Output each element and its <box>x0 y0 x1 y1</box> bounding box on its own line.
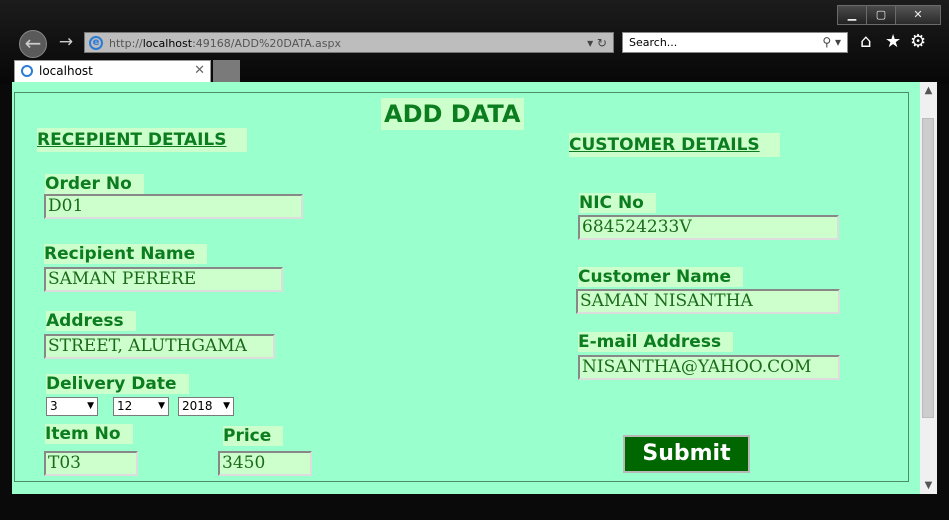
window-controls: ▁ ▢ ✕ <box>837 5 941 25</box>
browser-tab[interactable]: localhost ✕ <box>14 60 211 82</box>
customer-name-label: Customer Name <box>578 267 743 287</box>
scroll-down-arrow-icon[interactable]: ▼ <box>920 477 937 494</box>
home-icon[interactable]: ⌂ <box>860 30 871 54</box>
chevron-down-icon: ▼ <box>158 401 165 411</box>
close-window-button[interactable]: ✕ <box>895 5 941 25</box>
chevron-down-icon: ▼ <box>223 401 230 411</box>
item-no-label: Item No <box>45 424 133 444</box>
tab-ie-icon <box>21 65 33 77</box>
minimize-button[interactable]: ▁ <box>837 5 867 25</box>
customer-section-heading: CUSTOMER DETAILS <box>569 133 780 157</box>
delivery-year-select[interactable]: 2018 ▼ <box>178 397 234 416</box>
settings-gear-icon[interactable]: ⚙ <box>910 30 926 54</box>
recipient-name-label: Recipient Name <box>44 244 208 264</box>
scroll-up-arrow-icon[interactable]: ▲ <box>920 82 937 99</box>
recipient-section-heading: RECEPIENT DETAILS <box>37 128 247 152</box>
delivery-date-label: Delivery Date <box>46 374 189 394</box>
scrollbar-thumb[interactable] <box>922 118 934 418</box>
order-no-label: Order No <box>45 174 144 194</box>
address-bar[interactable]: e http://localhost:49168/ADD%20DATA.aspx… <box>84 32 614 53</box>
page-title: ADD DATA <box>381 98 524 130</box>
address-field[interactable]: STREET, ALUTHGAMA <box>44 334 275 359</box>
ie-icon: e <box>89 36 103 50</box>
page-viewport: ADD DATA RECEPIENT DETAILS CUSTOMER DETA… <box>12 82 937 494</box>
search-icon[interactable]: ⚲ ▾ <box>822 33 841 52</box>
browser-chrome: ▁ ▢ ✕ ← → e http://localhost:49168/ADD%2… <box>0 0 949 84</box>
vertical-scrollbar[interactable]: ▲ ▼ <box>920 82 937 494</box>
forward-arrow-icon[interactable]: → <box>53 30 79 56</box>
window-bottom-frame <box>0 494 949 520</box>
customer-name-field[interactable]: SAMAN NISANTHA <box>576 289 840 314</box>
recipient-name-field[interactable]: SAMAN PERERE <box>44 267 283 292</box>
nic-no-label: NIC No <box>579 193 656 213</box>
delivery-month-value: 12 <box>117 399 133 413</box>
url-scheme: http:// <box>109 37 143 50</box>
nic-no-field[interactable]: 684524233V <box>578 215 839 240</box>
url-host: localhost <box>142 37 193 50</box>
submit-button[interactable]: Submit <box>623 435 750 473</box>
new-tab-button[interactable] <box>213 60 240 82</box>
delivery-year-value: 2018 <box>182 399 213 413</box>
address-label: Address <box>46 311 136 331</box>
back-arrow-icon[interactable]: ← <box>19 30 47 58</box>
search-box[interactable]: Search... ⚲ ▾ <box>622 32 848 53</box>
chevron-down-icon: ▼ <box>87 401 94 411</box>
maximize-button[interactable]: ▢ <box>866 5 896 25</box>
order-no-field[interactable]: D01 <box>44 194 303 219</box>
favorites-star-icon[interactable]: ★ <box>885 30 901 54</box>
tab-close-icon[interactable]: ✕ <box>194 61 205 81</box>
delivery-day-select[interactable]: 3 ▼ <box>46 397 98 416</box>
price-label: Price <box>223 426 284 446</box>
refresh-icon[interactable]: ▾ ↻ <box>587 33 607 54</box>
search-placeholder: Search... <box>629 36 678 49</box>
email-label: E-mail Address <box>578 332 734 352</box>
email-field[interactable]: NISANTHA@YAHOO.COM <box>578 355 840 380</box>
delivery-day-value: 3 <box>50 399 58 413</box>
tab-title: localhost <box>39 64 93 78</box>
url-path: :49168/ADD%20DATA.aspx <box>192 37 342 50</box>
delivery-month-select[interactable]: 12 ▼ <box>113 397 169 416</box>
price-field[interactable]: 3450 <box>218 451 312 476</box>
item-no-field[interactable]: T03 <box>44 451 138 476</box>
